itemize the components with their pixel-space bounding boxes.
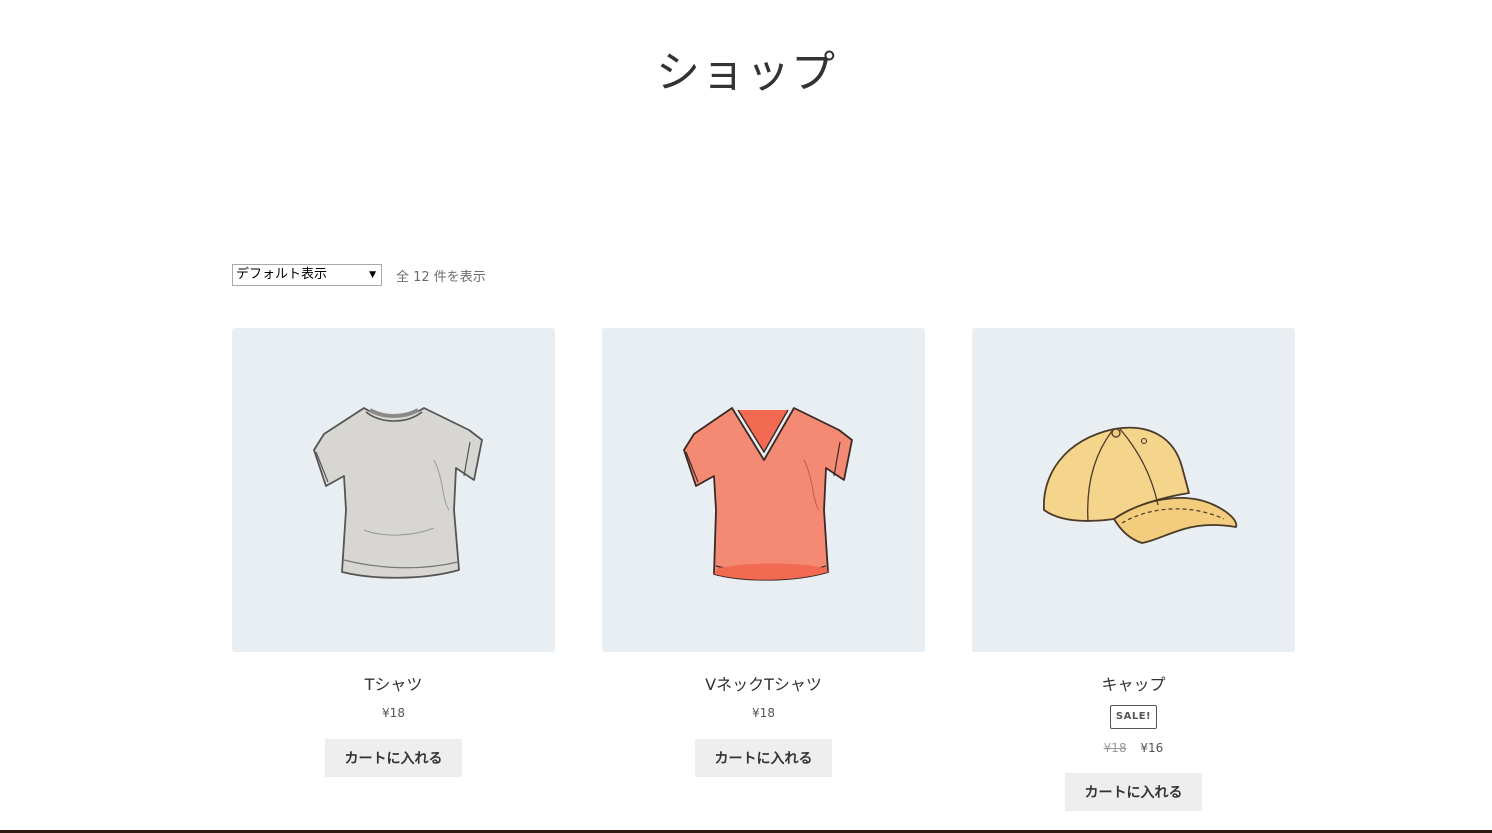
product-card: キャップ SALE! ¥18 ¥16 カートに入れる bbox=[972, 328, 1295, 811]
product-name[interactable]: VネックTシャツ bbox=[602, 674, 925, 696]
product-image-link[interactable] bbox=[232, 328, 555, 652]
cap-icon bbox=[1042, 426, 1237, 544]
page-title: ショップ bbox=[656, 47, 836, 98]
caret-down-icon: ▼ bbox=[369, 270, 376, 280]
sort-select[interactable]: デフォルト表示 ▼ bbox=[232, 264, 382, 286]
vneck-tshirt-icon bbox=[682, 407, 853, 581]
sort-select-value: デフォルト表示 bbox=[236, 267, 328, 282]
shop-toolbar: デフォルト表示 ▼ 全 12 件を表示 bbox=[232, 264, 486, 286]
product-price: ¥18 bbox=[382, 706, 405, 720]
product-price: ¥18 bbox=[752, 706, 775, 720]
result-count: 全 12 件を表示 bbox=[396, 269, 486, 285]
sale-badge: SALE! bbox=[1109, 705, 1158, 729]
add-to-cart-button[interactable]: カートに入れる bbox=[325, 739, 462, 777]
product-image-link[interactable] bbox=[602, 328, 925, 652]
product-card: Tシャツ ¥18 カートに入れる bbox=[232, 328, 555, 777]
original-price: ¥18 bbox=[1103, 741, 1127, 755]
product-card: VネックTシャツ ¥18 カートに入れる bbox=[602, 328, 925, 777]
product-price: ¥18 ¥16 bbox=[972, 739, 1295, 757]
product-name[interactable]: キャップ bbox=[972, 674, 1295, 696]
product-name[interactable]: Tシャツ bbox=[232, 674, 555, 696]
product-image-link[interactable] bbox=[972, 328, 1295, 652]
add-to-cart-button[interactable]: カートに入れる bbox=[695, 739, 832, 777]
tshirt-icon bbox=[312, 407, 483, 579]
add-to-cart-button[interactable]: カートに入れる bbox=[1065, 773, 1202, 811]
sale-price: ¥16 bbox=[1140, 741, 1164, 755]
